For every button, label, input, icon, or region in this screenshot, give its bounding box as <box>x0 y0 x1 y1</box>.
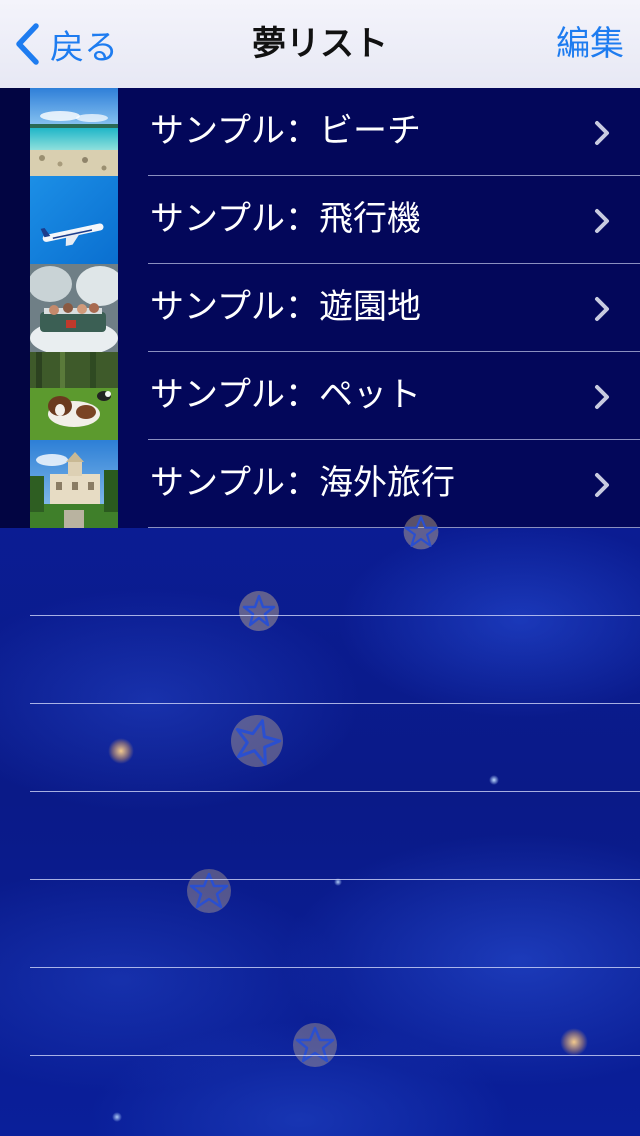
chevron-right-icon <box>595 209 609 233</box>
item-label: サンプル：ビーチ <box>150 111 421 151</box>
back-label: 戻る <box>50 27 118 68</box>
glow-orb <box>560 1028 588 1056</box>
list-item[interactable]: サンプル：ビーチ <box>0 88 640 176</box>
empty-row-separator <box>30 1055 640 1056</box>
chevron-left-icon <box>16 23 39 65</box>
row-margin <box>0 440 30 528</box>
beach-photo-thumbnail <box>30 88 118 176</box>
back-button[interactable]: 戻る <box>14 22 118 68</box>
star-icon <box>293 1023 337 1067</box>
chevron-right-icon <box>595 297 609 321</box>
row-margin <box>0 176 30 264</box>
star-icon <box>239 591 279 631</box>
airplane-photo-thumbnail <box>30 176 118 264</box>
chevron-right-icon <box>595 121 609 145</box>
glow-orb <box>112 1112 122 1122</box>
star-icon <box>403 514 439 550</box>
overseas-travel-photo-thumbnail <box>30 440 118 528</box>
empty-row-separator <box>30 791 640 792</box>
amusement-park-photo-thumbnail <box>30 264 118 352</box>
list-item[interactable]: サンプル：遊園地 <box>0 264 640 352</box>
screen: 戻る 夢リスト 編集 サンプル：ビーチ サンプル：飛行機 サンプル：遊園地 サン… <box>0 0 640 1136</box>
glow-orb <box>489 775 499 785</box>
star-icon <box>231 715 283 767</box>
empty-row-separator <box>30 703 640 704</box>
empty-row-separator <box>30 879 640 880</box>
navigation-bar: 戻る 夢リスト 編集 <box>0 0 640 88</box>
dream-list: サンプル：ビーチ サンプル：飛行機 サンプル：遊園地 サンプル：ペット サンプル… <box>0 88 640 528</box>
chevron-right-icon <box>595 385 609 409</box>
glow-orb <box>108 738 134 764</box>
list-item[interactable]: サンプル：ペット <box>0 352 640 440</box>
item-label: サンプル：遊園地 <box>150 287 421 327</box>
list-item[interactable]: サンプル：飛行機 <box>0 176 640 264</box>
edit-button[interactable]: 編集 <box>556 22 624 66</box>
row-margin <box>0 88 30 176</box>
list-item[interactable]: サンプル：海外旅行 <box>0 440 640 528</box>
empty-row-separator <box>30 615 640 616</box>
pet-dog-photo-thumbnail <box>30 352 118 440</box>
row-margin <box>0 352 30 440</box>
star-icon <box>187 869 231 913</box>
item-label: サンプル：飛行機 <box>150 199 421 239</box>
row-margin <box>0 264 30 352</box>
empty-row-separator <box>30 967 640 968</box>
chevron-right-icon <box>595 473 609 497</box>
item-label: サンプル：ペット <box>150 375 421 415</box>
row-separator <box>148 527 640 528</box>
